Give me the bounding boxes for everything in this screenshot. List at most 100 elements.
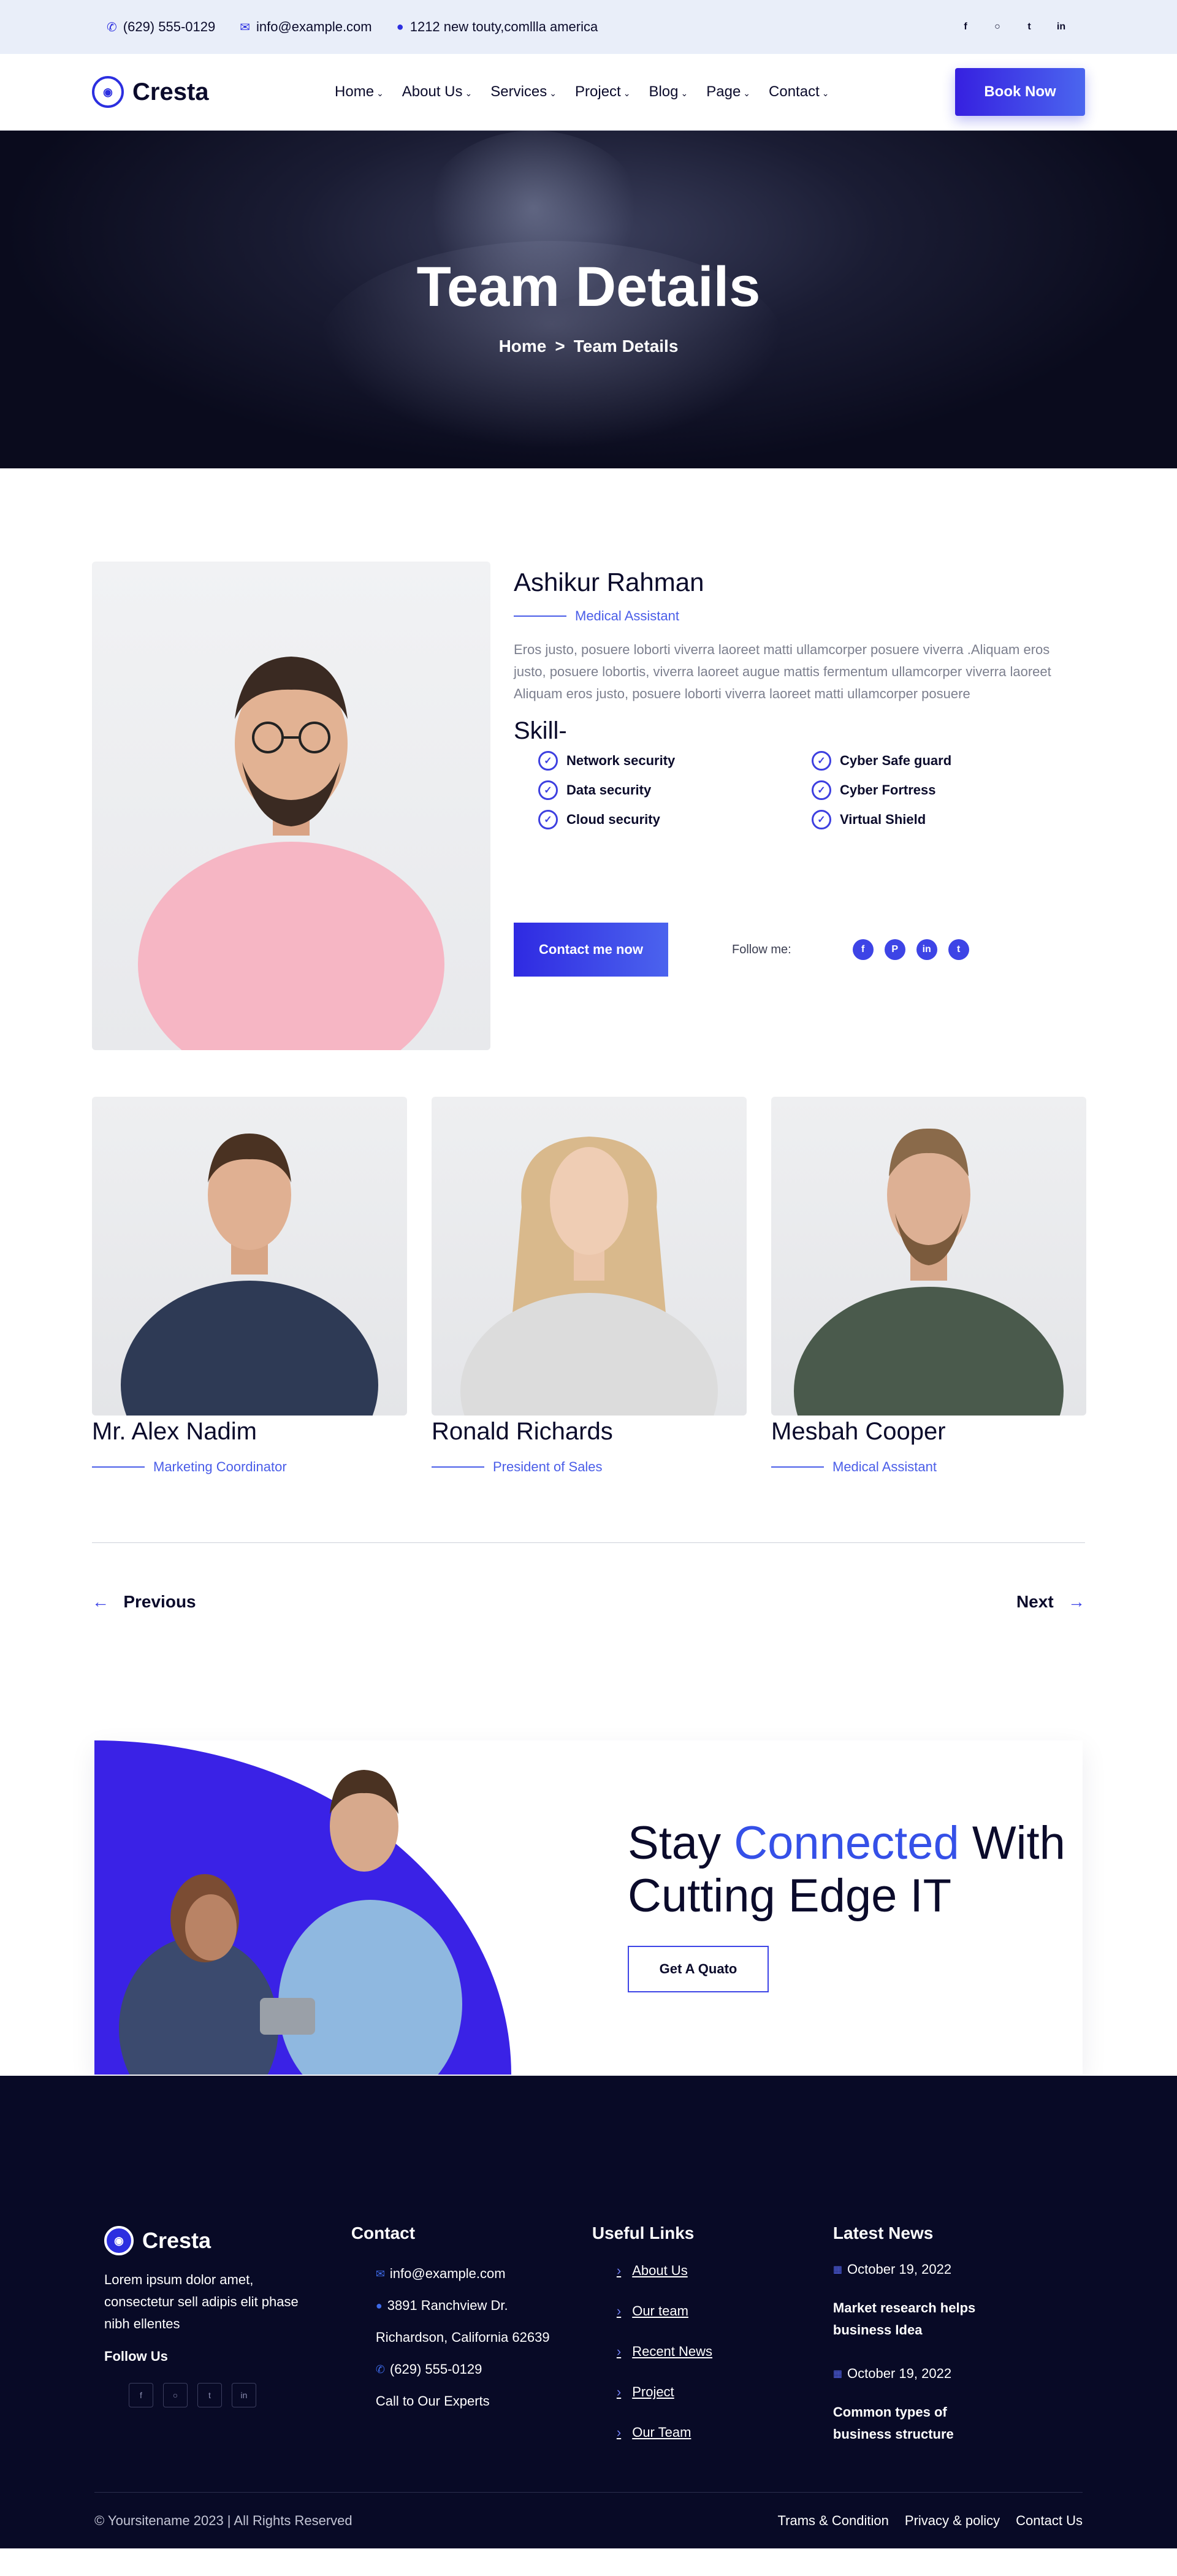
chevron-right-icon: › xyxy=(616,2425,622,2440)
chevron-right-icon: › xyxy=(616,2344,622,2359)
team-role-text: Medical Assistant xyxy=(832,1459,937,1474)
legal-links: Trams & Condition Privacy & policy Conta… xyxy=(778,2513,1083,2529)
nav-label: About Us xyxy=(402,83,463,100)
previous-label: Previous xyxy=(123,1592,196,1611)
profile-role: Medical Assistant xyxy=(514,608,1085,624)
nav-item-home[interactable]: Home ⌄ xyxy=(335,83,384,101)
footer-link-list: › About Us › Our team › Recent News › Projec… xyxy=(592,2263,833,2441)
calendar-icon: ▦ xyxy=(832,2369,843,2379)
linkedin-icon[interactable]: in xyxy=(916,939,937,960)
news-date-text: October 19, 2022 xyxy=(847,2366,952,2381)
nav-label: Project xyxy=(575,83,621,100)
breadcrumb-home[interactable]: Home xyxy=(499,337,547,356)
cta-section: Stay Connected With Cutting Edge IT Get … xyxy=(0,1612,1177,2075)
footer-link[interactable]: › About Us xyxy=(617,2263,833,2279)
twitter-icon[interactable]: t xyxy=(197,2383,222,2407)
skill-label: Network security xyxy=(566,753,676,768)
check-circle-icon: ✓ xyxy=(812,780,831,800)
contact-me-button[interactable]: Contact me now xyxy=(514,923,668,977)
facebook-icon[interactable]: f xyxy=(129,2383,153,2407)
team-role: Marketing Coordinator xyxy=(92,1459,407,1475)
team-card[interactable]: Mr. Alex Nadim Marketing Coordinator xyxy=(92,1097,407,1475)
skill-item: ✓ Virtual Shield xyxy=(812,810,1085,829)
footer-link[interactable]: › Our team xyxy=(617,2303,833,2319)
profile-name: Ashikur Rahman xyxy=(514,568,704,596)
nav-item-project[interactable]: Project ⌄ xyxy=(575,83,630,101)
news-date-text: October 19, 2022 xyxy=(847,2262,952,2277)
footer-address: ● 3891 Ranchview Dr. xyxy=(376,2295,592,2317)
nav-item-contact[interactable]: Contact ⌄ xyxy=(769,83,829,101)
top-socials: f ○ t in xyxy=(956,18,1070,36)
top-email-text: info@example.com xyxy=(256,19,372,34)
twitter-icon[interactable]: t xyxy=(948,939,969,960)
skill-list: ✓ Network security ✓ Cyber Safe guard ✓ Dat… xyxy=(538,751,1085,829)
nav-item-blog[interactable]: Blog ⌄ xyxy=(649,83,688,101)
chevron-down-icon: ⌄ xyxy=(743,88,751,98)
skill-item: ✓ Cyber Fortress xyxy=(812,780,1085,800)
footer-link[interactable]: › Our Team xyxy=(617,2425,833,2441)
skill-label: Data security xyxy=(566,782,652,798)
footer-email[interactable]: ✉ info@example.com xyxy=(376,2263,592,2285)
contact-us-link[interactable]: Contact Us xyxy=(1016,2513,1083,2529)
main-header: ◉ Cresta Home ⌄ About Us ⌄ Services ⌄ Proje… xyxy=(0,54,1177,131)
footer-link-label: Our Team xyxy=(632,2425,691,2440)
footer-phone[interactable]: ✆ (629) 555-0129 xyxy=(376,2358,592,2380)
nav-item-services[interactable]: Services ⌄ xyxy=(490,83,557,101)
site-logo[interactable]: ◉ Cresta xyxy=(92,76,209,108)
chevron-down-icon: ⌄ xyxy=(623,88,631,98)
instagram-icon[interactable]: ○ xyxy=(163,2383,188,2407)
nav-label: Contact xyxy=(769,83,820,100)
footer-logo[interactable]: ◉ Cresta xyxy=(104,2226,351,2255)
top-phone[interactable]: ✆ (629) 555-0129 xyxy=(107,19,215,35)
twitter-icon[interactable]: t xyxy=(1020,18,1038,36)
terms-link[interactable]: Trams & Condition xyxy=(778,2513,889,2529)
next-link[interactable]: Next → xyxy=(1016,1592,1085,1612)
get-quote-button[interactable]: Get A Quato xyxy=(628,1946,769,1992)
main-nav: Home ⌄ About Us ⌄ Services ⌄ Project ⌄ Blog ⌄… xyxy=(335,83,829,101)
footer-link-label: Our team xyxy=(632,2303,688,2319)
footer-about: ◉ Cresta Lorem ipsum dolor amet, consect… xyxy=(104,2226,351,2470)
nav-label: Services xyxy=(490,83,547,100)
top-contacts: ✆ (629) 555-0129 ✉ info@example.com ● 12… xyxy=(107,19,598,35)
nav-item-about[interactable]: About Us ⌄ xyxy=(402,83,472,101)
role-line xyxy=(771,1466,824,1468)
role-line xyxy=(432,1466,484,1468)
cta-heading-part: Stay xyxy=(628,1817,734,1869)
instagram-icon[interactable]: ○ xyxy=(988,18,1007,36)
footer-link-label: Recent News xyxy=(632,2344,713,2359)
skill-label: Cyber Safe guard xyxy=(840,753,952,768)
nav-label: Page xyxy=(706,83,741,100)
footer-call-text: Call to Our Experts xyxy=(375,2393,490,2409)
footer-link[interactable]: › Recent News xyxy=(617,2344,833,2360)
facebook-icon[interactable]: f xyxy=(956,18,975,36)
news-title[interactable]: Market research helps business Idea xyxy=(833,2297,1005,2341)
skill-item: ✓ Network security xyxy=(538,751,812,771)
logo-text: Cresta xyxy=(132,78,209,105)
top-email[interactable]: ✉ info@example.com xyxy=(240,19,371,35)
cta-heading-accent: Connected xyxy=(734,1817,959,1869)
footer-address-line2-row: Richardson, California 62639 xyxy=(376,2326,592,2349)
chevron-right-icon: › xyxy=(616,2303,622,2319)
skill-heading: Skill- xyxy=(514,717,567,744)
previous-link[interactable]: ← Previous xyxy=(92,1592,196,1612)
facebook-icon[interactable]: f xyxy=(852,939,874,960)
logo-icon: ◉ xyxy=(104,2226,134,2255)
linkedin-icon[interactable]: in xyxy=(1052,18,1070,36)
footer-bottom: © Yoursitename 2023 | All Rights Reserve… xyxy=(94,2492,1083,2548)
nav-item-page[interactable]: Page ⌄ xyxy=(706,83,750,101)
news-title[interactable]: Common types of business structure xyxy=(833,2401,1005,2445)
linkedin-icon[interactable]: in xyxy=(232,2383,256,2407)
footer-address-line2: Richardson, California 62639 xyxy=(375,2330,550,2345)
team-name: Ronald Richards xyxy=(432,1418,613,1445)
book-now-button[interactable]: Book Now xyxy=(955,68,1085,116)
skill-label: Cloud security xyxy=(566,812,660,827)
privacy-link[interactable]: Privacy & policy xyxy=(905,2513,1000,2529)
footer-link[interactable]: › Project xyxy=(617,2384,833,2400)
pinterest-icon[interactable]: P xyxy=(884,939,905,960)
follow-icons: f P in t xyxy=(852,939,969,960)
team-card[interactable]: Mesbah Cooper Medical Assistant xyxy=(771,1097,1086,1475)
profile-description: Eros justo, posuere loborti viverra laor… xyxy=(514,642,1051,701)
team-card[interactable]: Ronald Richards President of Sales xyxy=(432,1097,747,1475)
cta-heading: Stay Connected With Cutting Edge IT xyxy=(628,1817,1083,1922)
people-illustration xyxy=(119,1770,462,2075)
